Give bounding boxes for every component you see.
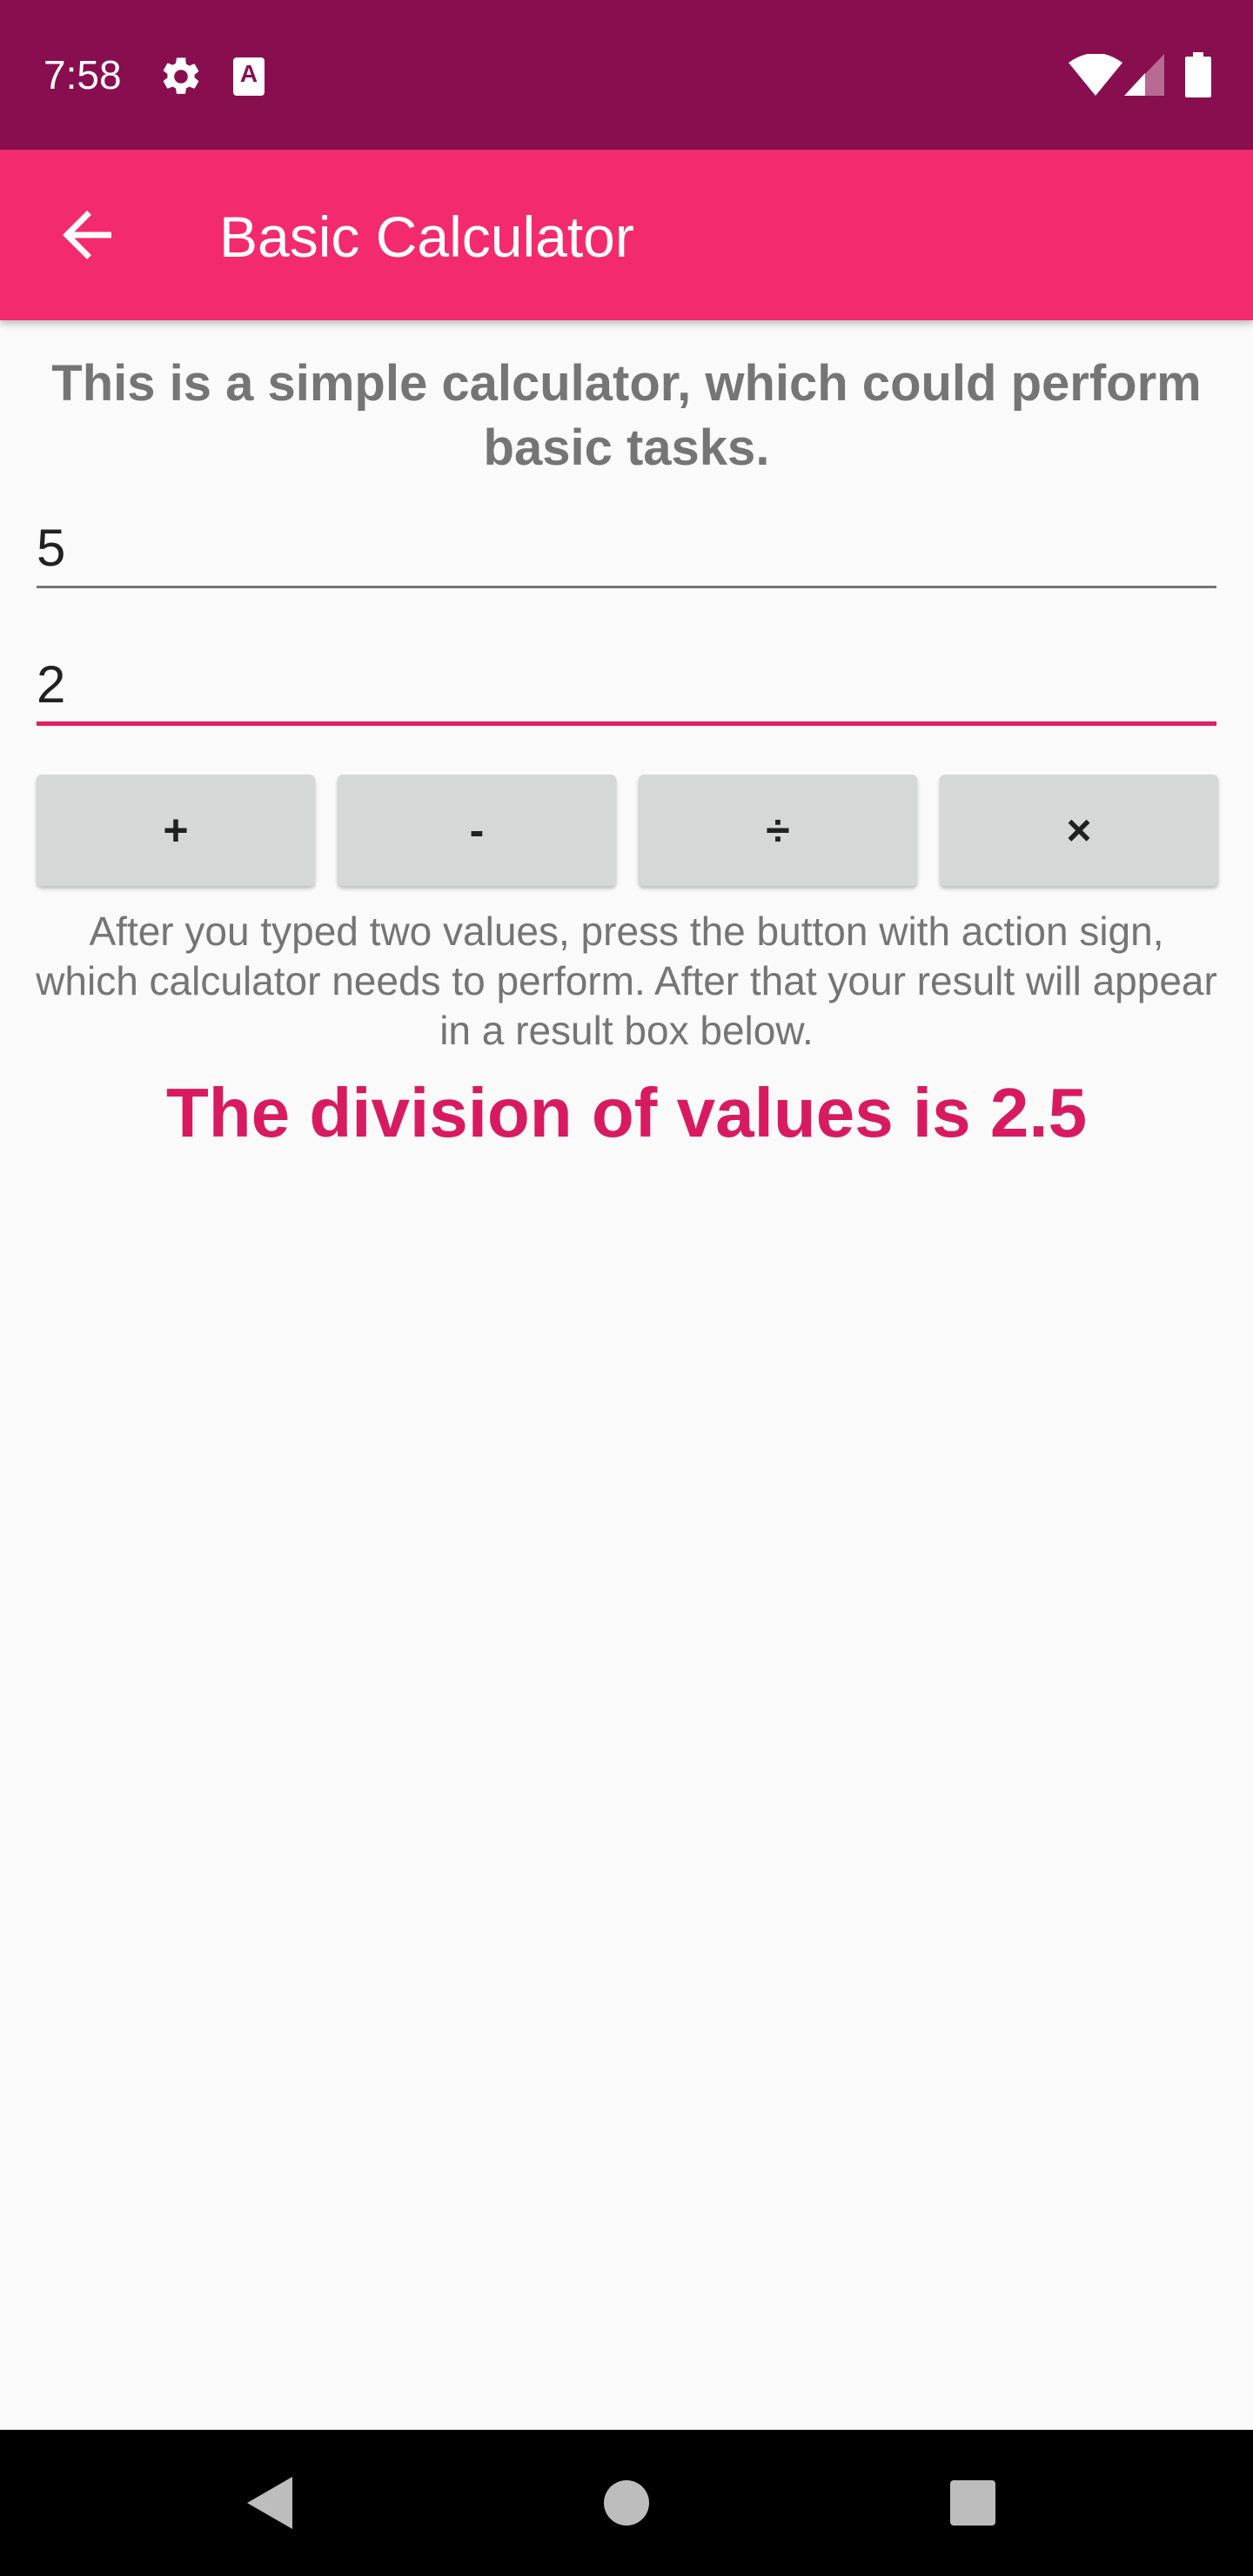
home-circle-icon[interactable] (604, 2480, 649, 2526)
signal-icon (1124, 54, 1164, 96)
first-value-input[interactable] (37, 510, 1216, 588)
keyboard-a-icon: A (233, 57, 265, 96)
intro-text: This is a simple calculator, which could… (51, 355, 1202, 476)
subtract-button[interactable]: - (338, 775, 616, 886)
status-bar: 7:58 A (0, 0, 1253, 150)
second-value-input[interactable] (37, 647, 1216, 726)
instructions-text: After you typed two values, press the bu… (36, 909, 1217, 1053)
back-triangle-icon[interactable] (247, 2465, 310, 2541)
page-title: Basic Calculator (219, 205, 634, 269)
divide-button[interactable]: ÷ (639, 775, 917, 886)
arrow-left-icon[interactable] (50, 198, 124, 272)
navigation-bar (0, 2430, 1253, 2576)
multiply-button[interactable]: × (940, 775, 1218, 886)
app-bar: Basic Calculator (0, 150, 1253, 320)
result-text: The division of values is 2.5 (165, 1074, 1088, 1151)
battery-icon (1185, 52, 1211, 97)
wifi-icon (1069, 54, 1122, 96)
add-button[interactable]: + (37, 775, 315, 886)
gear-icon (163, 57, 199, 94)
status-time: 7:58 (44, 52, 122, 97)
keyboard-a-letter: A (239, 60, 258, 87)
recents-square-icon[interactable] (950, 2480, 995, 2526)
